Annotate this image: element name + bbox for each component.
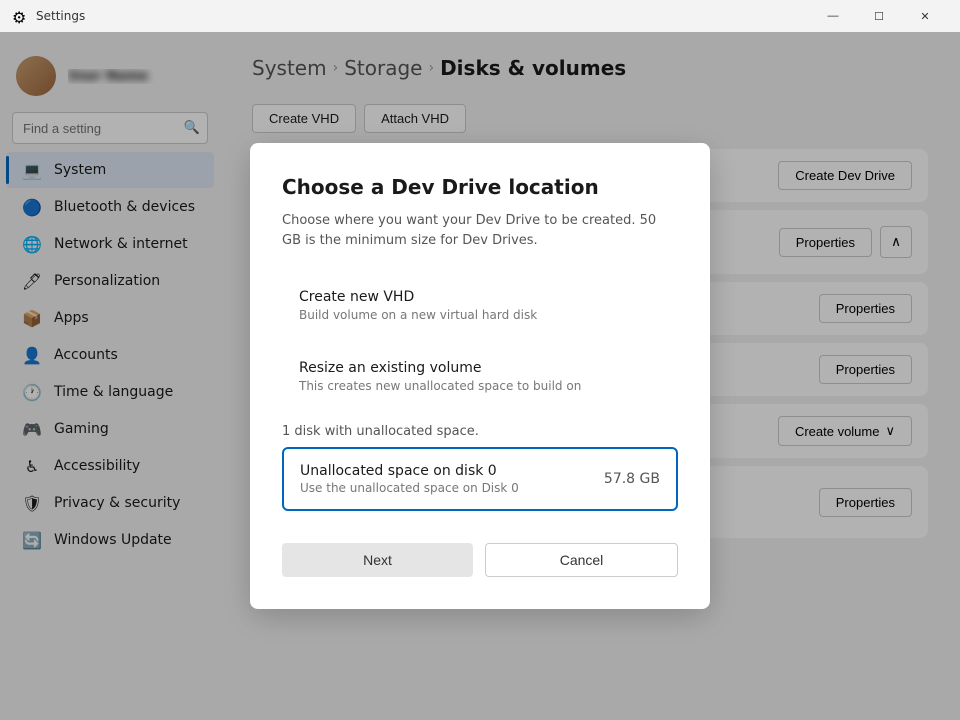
dialog-section-label: 1 disk with unallocated space. (282, 424, 678, 439)
maximize-button[interactable]: ☐ (856, 0, 902, 32)
option-new-vhd-desc: Build volume on a new virtual hard disk (299, 308, 661, 322)
modal-overlay: Choose a Dev Drive location Choose where… (0, 32, 960, 720)
option-new-vhd-title: Create new VHD (299, 289, 661, 305)
close-button[interactable]: ✕ (902, 0, 948, 32)
dialog-footer: Next Cancel (282, 543, 678, 577)
dialog: Choose a Dev Drive location Choose where… (250, 143, 710, 609)
dialog-option-new-vhd[interactable]: Create new VHD Build volume on a new vir… (282, 274, 678, 337)
dialog-option-resize[interactable]: Resize an existing volume This creates n… (282, 345, 678, 408)
disk-item-size: 57.8 GB (604, 471, 660, 487)
dialog-disk-item[interactable]: Unallocated space on disk 0 Use the unal… (282, 447, 678, 511)
option-resize-desc: This creates new unallocated space to bu… (299, 379, 661, 393)
cancel-button[interactable]: Cancel (485, 543, 678, 577)
settings-icon: ⚙ (12, 8, 28, 24)
dialog-title: Choose a Dev Drive location (282, 175, 678, 199)
dialog-description: Choose where you want your Dev Drive to … (282, 211, 678, 250)
disk-item-title: Unallocated space on disk 0 (300, 463, 519, 479)
next-button[interactable]: Next (282, 543, 473, 577)
disk-item-info: Unallocated space on disk 0 Use the unal… (300, 463, 519, 495)
minimize-button[interactable]: — (810, 0, 856, 32)
title-bar-title: Settings (36, 9, 810, 23)
title-bar: ⚙ Settings — ☐ ✕ (0, 0, 960, 32)
option-resize-title: Resize an existing volume (299, 360, 661, 376)
window-controls: — ☐ ✕ (810, 0, 948, 32)
disk-item-desc: Use the unallocated space on Disk 0 (300, 481, 519, 495)
